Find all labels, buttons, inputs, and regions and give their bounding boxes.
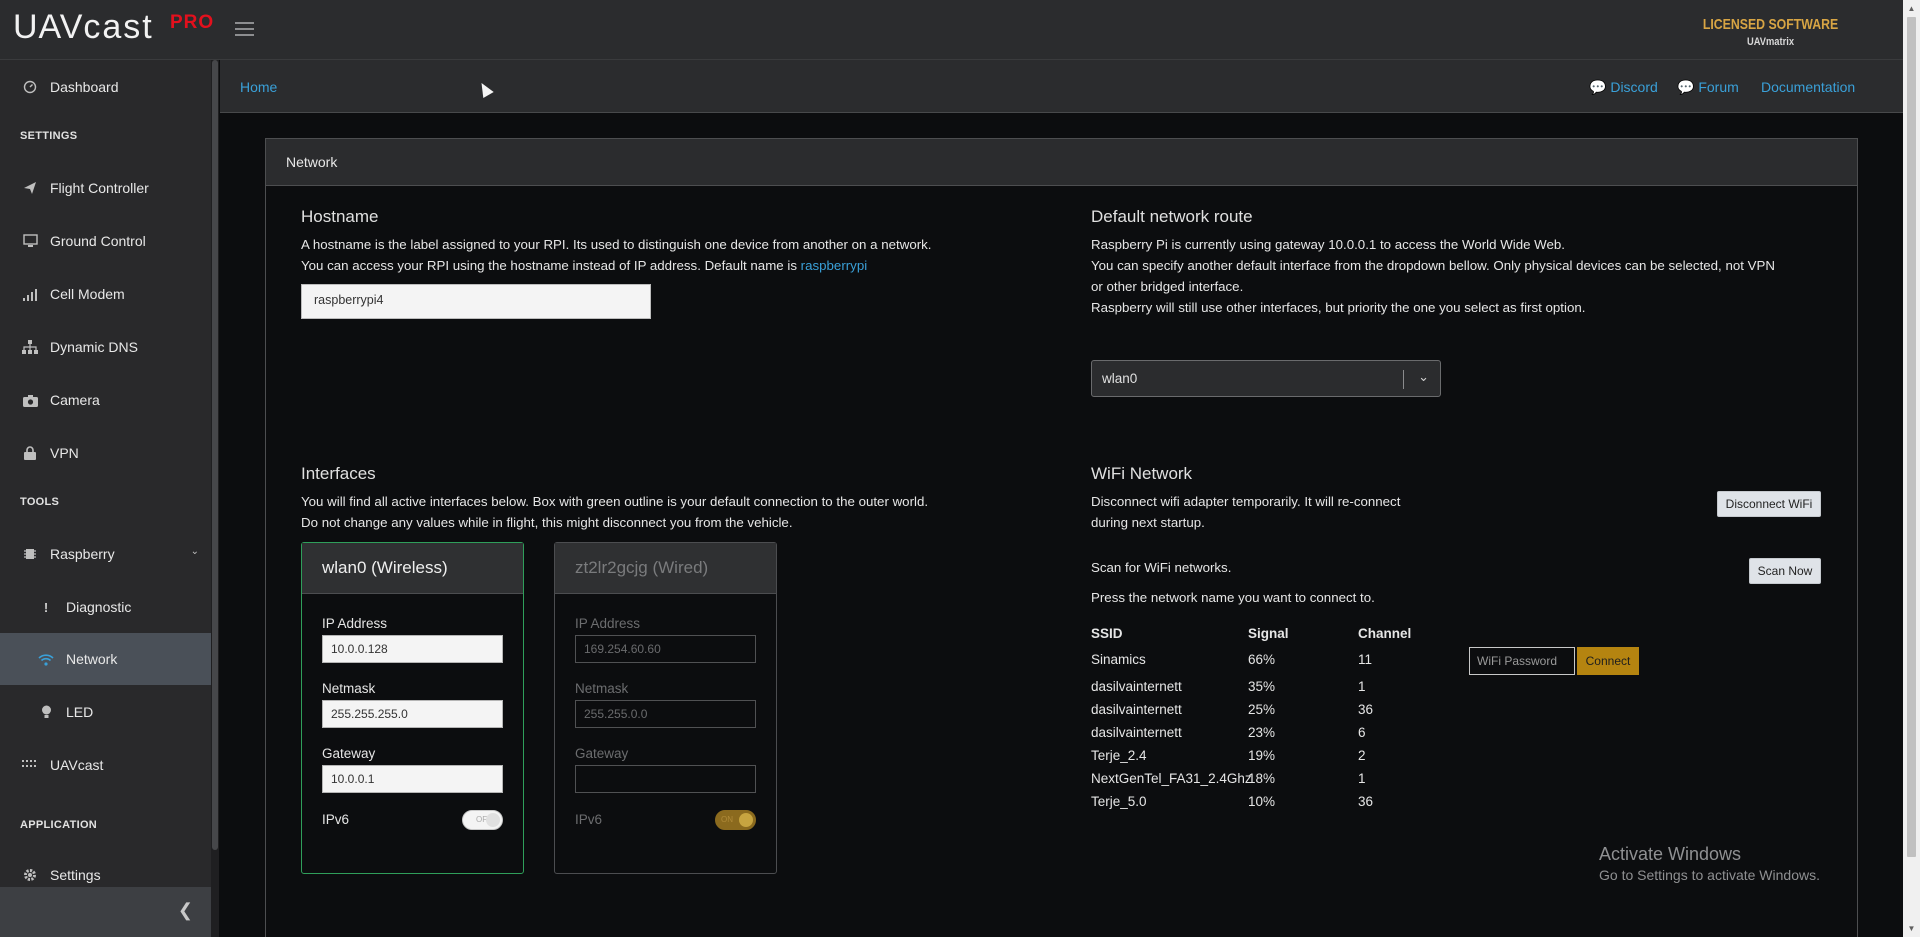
chevron-down-icon: ⌄: [190, 546, 199, 557]
hostname-description: A hostname is the label assigned to your…: [301, 237, 932, 273]
gateway-label: Gateway: [322, 746, 376, 761]
dashboard-icon: [22, 79, 38, 95]
interfaces-description: You will find all active interfaces belo…: [301, 494, 929, 530]
sidebar-item-raspberry[interactable]: Raspberry ⌄: [0, 528, 211, 580]
wifi-title: WiFi Network: [1091, 464, 1193, 483]
interface-card-zt2lr2gcjg[interactable]: zt2lr2gcjg (Wired) IP Address 169.254.60…: [554, 542, 777, 874]
sidebar-item-dynamic-dns[interactable]: Dynamic DNS: [0, 321, 211, 373]
wifi-press-text: Press the network name you want to conne…: [1091, 590, 1375, 605]
wifi-icon: [38, 651, 54, 667]
breadcrumb-home-link[interactable]: Home: [240, 79, 277, 95]
page-scrollbar[interactable]: ▲ ▼: [1903, 0, 1920, 937]
sidebar-collapse-button[interactable]: ❮: [0, 887, 211, 937]
route-title: Default network route: [1091, 207, 1253, 226]
sidebar-item-uavcast[interactable]: UAVcast: [0, 739, 211, 791]
app-logo[interactable]: UAVcast PRO: [13, 8, 213, 47]
hostname-title: Hostname: [301, 207, 379, 226]
forum-link[interactable]: 💬 Forum: [1677, 79, 1739, 96]
sidebar-scrollbar[interactable]: [211, 60, 219, 937]
gateway-input[interactable]: 10.0.0.1: [322, 765, 503, 793]
chevron-left-icon: ❮: [177, 900, 193, 920]
paper-plane-icon: [22, 180, 38, 196]
top-bar: UAVcast PRO LICENSED SOFTWARE UAVmatrix: [0, 0, 1903, 60]
netmask-input[interactable]: 255.255.0.0: [575, 700, 756, 728]
wifi-password-input[interactable]: WiFi Password: [1469, 647, 1575, 675]
sidebar-item-camera[interactable]: Camera: [0, 374, 211, 426]
grid-dots-icon: [22, 757, 38, 773]
default-hostname-link[interactable]: raspberrypi: [801, 258, 868, 273]
interface-card-wlan0[interactable]: wlan0 (Wireless) IP Address 10.0.0.128 N…: [301, 542, 524, 874]
default-route-select[interactable]: wlan0 ⌄: [1091, 360, 1441, 397]
section-label-application: APPLICATION: [20, 819, 98, 831]
wifi-disconnect-description: Disconnect wifi adapter temporarily. It …: [1091, 494, 1401, 530]
gear-icon: [22, 867, 38, 883]
netmask-input[interactable]: 255.255.255.0: [322, 700, 503, 728]
route-description: Raspberry Pi is currently using gateway …: [1091, 237, 1775, 315]
panel-title: Network: [266, 139, 1857, 186]
gateway-input[interactable]: [575, 765, 756, 793]
sidebar-item-cell-modem[interactable]: Cell Modem: [0, 268, 211, 320]
documentation-link[interactable]: Documentation: [1761, 79, 1855, 95]
disconnect-wifi-button[interactable]: Disconnect WiFi: [1717, 491, 1821, 517]
sidebar-item-ground-control[interactable]: Ground Control: [0, 215, 211, 267]
menu-toggle-icon[interactable]: [235, 22, 254, 37]
sitemap-icon: [22, 339, 38, 355]
chevron-down-icon: ⌄: [1418, 369, 1429, 384]
breadcrumb-bar: Home 💬 Discord 💬 Forum Documentation: [220, 60, 1903, 113]
sidebar: Dashboard SETTINGS Flight Controller Gro…: [0, 60, 211, 937]
monitor-icon: [22, 233, 38, 249]
discord-link[interactable]: 💬 Discord: [1589, 79, 1658, 96]
section-label-settings: SETTINGS: [20, 130, 78, 142]
sidebar-item-led[interactable]: LED: [0, 686, 211, 738]
netmask-label: Netmask: [322, 681, 376, 696]
section-label-tools: TOOLS: [20, 496, 60, 508]
sidebar-item-dashboard[interactable]: Dashboard: [0, 61, 211, 113]
interface-name: zt2lr2gcjg (Wired): [555, 543, 776, 594]
comment-icon: 💬: [1589, 79, 1607, 95]
interfaces-title: Interfaces: [301, 464, 376, 483]
connect-button[interactable]: Connect: [1577, 647, 1639, 675]
scan-now-button[interactable]: Scan Now: [1749, 558, 1821, 584]
signal-bars-icon: [22, 286, 38, 302]
ip-input[interactable]: 169.254.60.60: [575, 635, 756, 663]
lightbulb-icon: [38, 704, 54, 720]
sidebar-item-flight-controller[interactable]: Flight Controller: [0, 162, 211, 214]
chip-icon: [22, 546, 38, 562]
sidebar-item-diagnostic[interactable]: ! Diagnostic: [0, 581, 211, 633]
ipv6-toggle[interactable]: OFF: [462, 810, 503, 830]
sidebar-item-vpn[interactable]: VPN: [0, 427, 211, 479]
ipv6-label: IPv6: [322, 812, 350, 827]
ip-label: IP Address: [322, 616, 388, 631]
ipv6-toggle[interactable]: ON: [715, 810, 756, 830]
license-badge: LICENSED SOFTWARE UAVmatrix: [1702, 16, 1839, 48]
netmask-label: Netmask: [575, 681, 629, 696]
ip-label: IP Address: [575, 616, 641, 631]
scroll-down-icon[interactable]: ▼: [1903, 920, 1920, 937]
camera-icon: [22, 392, 38, 408]
ipv6-label: IPv6: [575, 812, 603, 827]
gateway-label: Gateway: [575, 746, 629, 761]
scroll-up-icon[interactable]: ▲: [1903, 0, 1920, 17]
exclamation-icon: !: [43, 599, 49, 615]
lock-icon: [22, 445, 38, 461]
interface-name: wlan0 (Wireless): [302, 543, 523, 594]
wifi-scan-text: Scan for WiFi networks.: [1091, 560, 1232, 575]
comment-icon: 💬: [1677, 79, 1695, 95]
ip-input[interactable]: 10.0.0.128: [322, 635, 503, 663]
windows-activation-watermark: Activate Windows Go to Settings to activ…: [1599, 844, 1820, 883]
hostname-input[interactable]: raspberrypi4: [301, 284, 651, 319]
sidebar-item-network[interactable]: Network: [0, 633, 211, 685]
